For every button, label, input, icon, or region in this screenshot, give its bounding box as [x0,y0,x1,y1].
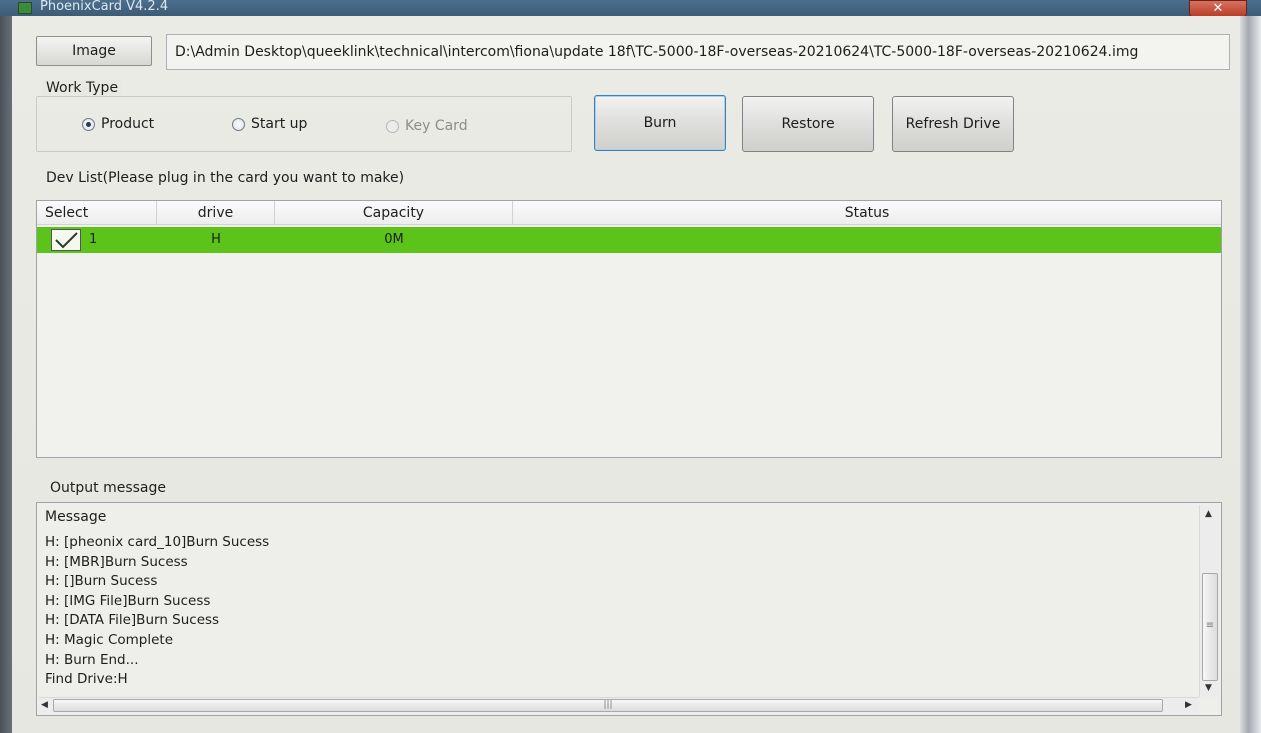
device-list[interactable]: Select drive Capacity Status 1 H 0M [36,200,1222,458]
scroll-right-icon[interactable]: ▶ [1185,700,1192,710]
work-type-legend: Work Type [42,80,123,96]
checkmark-icon [55,232,78,249]
message-line: H: [MBR]Burn Sucess [45,553,188,570]
device-list-header: Select drive Capacity Status [37,201,1221,225]
message-line: H: [IMG File]Burn Sucess [45,592,211,609]
horizontal-scrollbar[interactable]: ◀ ||| ▶ [39,697,1199,713]
message-line: H: Burn End... [45,651,139,668]
refresh-drive-button[interactable]: Refresh Drive [892,96,1014,152]
scroll-left-icon[interactable]: ◀ [41,700,48,710]
vertical-scroll-thumb[interactable]: ≡ [1202,573,1218,681]
window-left-edge [0,16,12,733]
device-capacity: 0M [384,232,404,247]
image-button[interactable]: Image [36,36,152,66]
column-capacity[interactable]: Capacity [275,201,513,225]
device-status [513,227,1221,253]
device-index: 1 [89,232,98,247]
device-checkbox[interactable] [51,229,81,251]
message-line: H: [DATA File]Burn Sucess [45,612,220,629]
output-legend: Output message [50,480,166,496]
radio-startup-label: Start up [251,116,308,132]
scroll-up-icon[interactable]: ▲ [1205,509,1212,519]
radio-keycard-label: Key Card [405,118,468,134]
restore-button[interactable]: Restore [742,96,874,152]
radio-startup-dot[interactable] [232,117,245,131]
radio-keycard-dot [386,119,399,133]
radio-product-dot[interactable] [82,117,95,131]
window-right-edge [1240,16,1261,733]
device-row[interactable]: 1 H 0M [37,227,1221,253]
column-select[interactable]: Select [37,201,157,225]
message-column-header: Message [45,509,107,525]
image-path-field[interactable]: D:\Admin Desktop\queeklink\technical\int… [166,34,1230,70]
message-line: Find Drive:H [45,671,128,688]
radio-keycard: Key Card [386,116,468,136]
dev-list-legend: Dev List(Please plug in the card you wan… [46,170,405,186]
radio-product[interactable]: Product [82,114,154,134]
burn-button[interactable]: Burn [594,95,726,151]
message-lines: H: [pheonix card_10]Burn Sucess H: [MBR]… [45,533,269,690]
column-drive[interactable]: drive [157,201,275,225]
message-line: H: []Burn Sucess [45,573,158,590]
output-message-box[interactable]: Message H: [pheonix card_10]Burn Sucess … [36,502,1222,716]
main-window: Image D:\Admin Desktop\queeklink\technic… [12,16,1240,733]
radio-startup[interactable]: Start up [232,114,307,134]
message-line: H: [pheonix card_10]Burn Sucess [45,534,270,550]
window-titlebar: PhoenixCard V4.2.4 ✕ [0,0,1261,18]
column-status[interactable]: Status [513,201,1221,225]
window-title: PhoenixCard V4.2.4 [40,0,169,14]
message-line: H: Magic Complete [45,631,174,648]
scroll-down-icon[interactable]: ▼ [1205,683,1212,693]
radio-product-label: Product [101,116,155,132]
device-drive: H [211,232,221,247]
horizontal-scroll-thumb[interactable]: ||| [53,699,1163,712]
vertical-scrollbar[interactable]: ▲ ≡ ▼ [1199,505,1219,697]
app-icon [18,2,32,14]
